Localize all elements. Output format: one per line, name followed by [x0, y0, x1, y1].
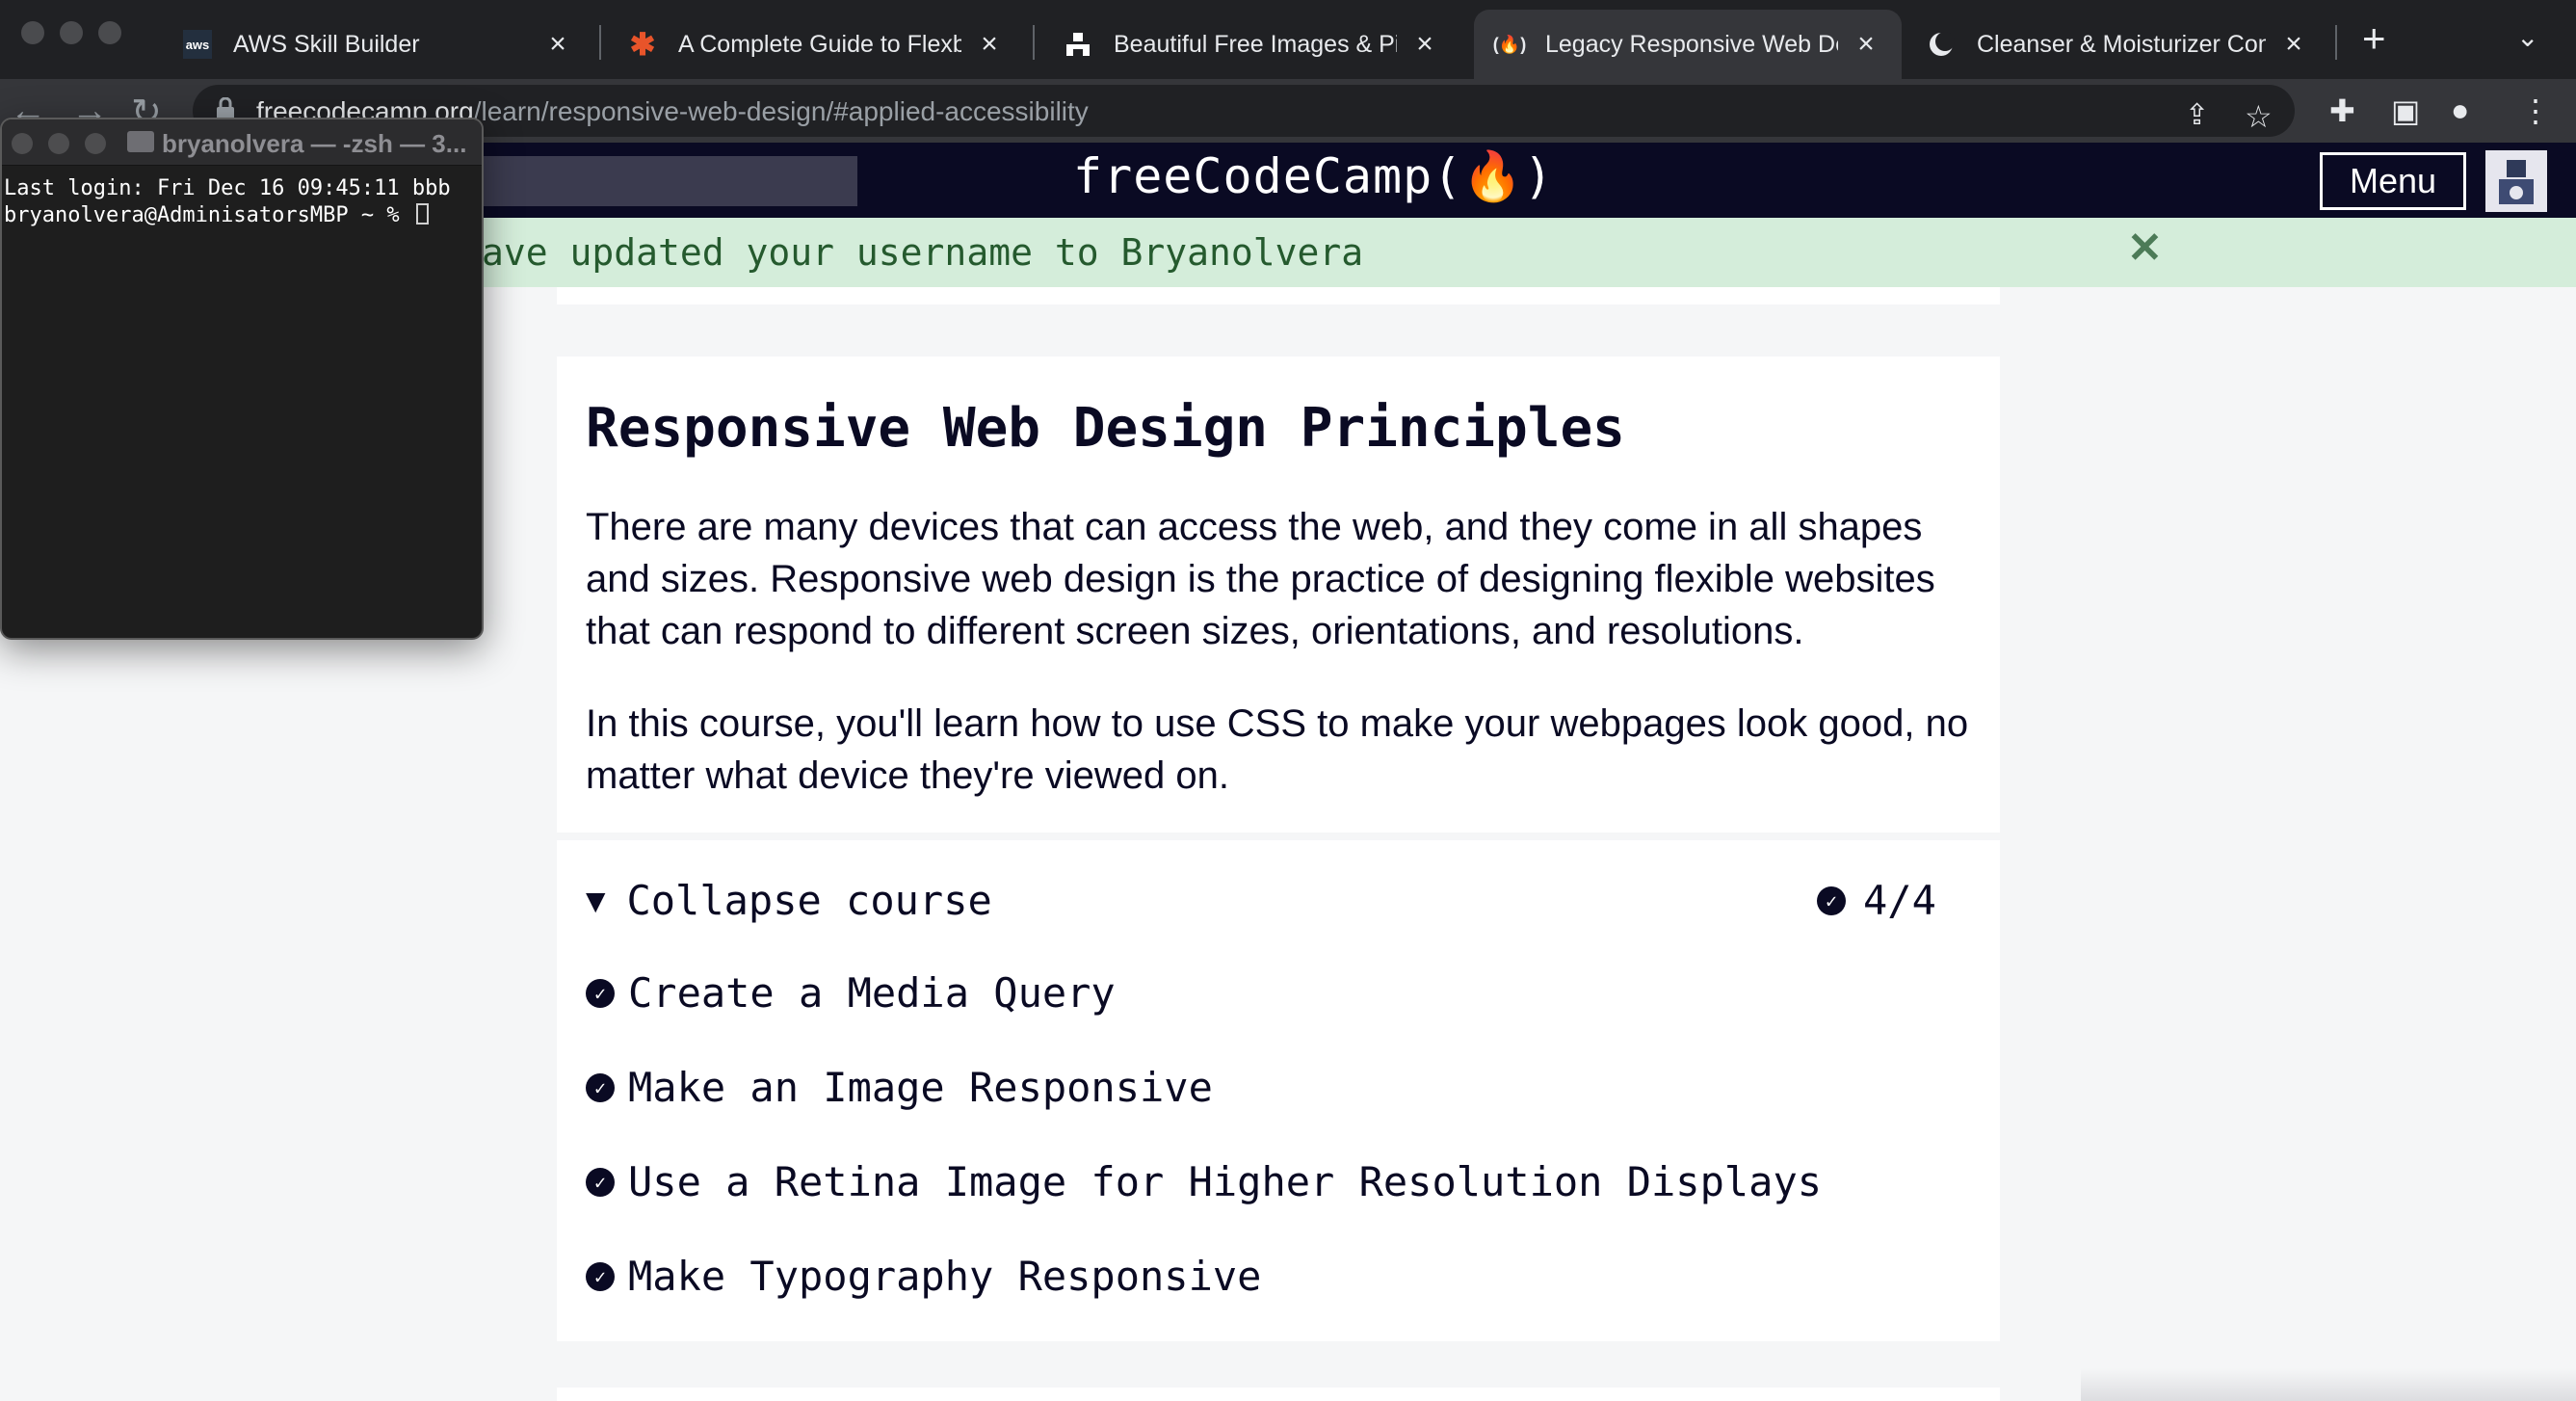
check-circle-icon: ✓ [1817, 886, 1846, 915]
check-circle-icon: ✓ [586, 1072, 615, 1102]
tab-close-icon[interactable]: × [1852, 28, 1880, 61]
tab-title: Cleanser & Moisturizer Combo [1977, 30, 2266, 58]
intro-paragraph: There are many devices that can access t… [586, 506, 1935, 652]
lesson-title: Make an Image Responsive [628, 1064, 1213, 1111]
terminal-line: Last login: Fri Dec 16 09:45:11 bbb [4, 176, 451, 200]
terminal-close-dot[interactable] [12, 133, 33, 154]
close-icon[interactable]: ✕ [2127, 224, 2163, 273]
tab-title: Beautiful Free Images & Pictures [1114, 30, 1397, 58]
check-circle-icon: ✓ [586, 1261, 615, 1291]
course-lessons-panel: ▼ Collapse course ✓ 4/4 ✓ Create a Media… [557, 840, 2000, 1341]
css-tricks-icon: ✱ [629, 27, 656, 62]
lesson-title: Make Typography Responsive [628, 1253, 1262, 1300]
next-section-edge [557, 1388, 2000, 1401]
browser-tab-strip: aws AWS Skill Builder × ✱ A Complete Gui… [0, 0, 2576, 79]
tab-flexbox-guide[interactable]: ✱ A Complete Guide to Flexbox × [607, 10, 1025, 79]
search-input[interactable] [482, 156, 857, 206]
terminal-title: bryanolvera — -zsh — 3... [162, 129, 467, 158]
terminal-zoom-dot[interactable] [85, 133, 106, 154]
aws-icon: aws [183, 30, 212, 59]
share-icon[interactable]: ⇪ [2185, 98, 2209, 132]
tab-search-chevron-icon[interactable]: ⌄ [2516, 21, 2538, 53]
terminal-window[interactable]: bryanolvera — -zsh — 3... Last login: Fr… [0, 118, 484, 640]
lesson-link[interactable]: ✓ Make an Image Responsive [586, 1064, 1213, 1111]
window-zoom-dot[interactable] [98, 21, 121, 44]
intro-paragraph: In this course, you'll learn how to use … [586, 702, 1969, 797]
terminal-prompt-line: bryanolvera@AdminisatorsMBP ~ % [4, 202, 451, 229]
tab-close-icon[interactable]: × [543, 28, 572, 61]
tab-title: AWS Skill Builder [233, 30, 420, 58]
tab-title: Legacy Responsive Web Design [1545, 30, 1838, 58]
profile-icon[interactable]: ● [2451, 93, 2469, 128]
course-intro-card: Responsive Web Design Principles There a… [557, 357, 2000, 833]
page-title: Responsive Web Design Principles [586, 397, 1625, 460]
check-circle-icon: ✓ [586, 1167, 615, 1197]
lesson-link[interactable]: ✓ Make Typography Responsive [586, 1253, 1261, 1300]
tab-close-icon[interactable]: × [2279, 28, 2308, 61]
divider [557, 287, 2000, 304]
window-shadow [2081, 1368, 2576, 1401]
window-close-dot[interactable] [21, 21, 44, 44]
tab-unsplash[interactable]: Beautiful Free Images & Pictures × [1042, 10, 1460, 79]
lesson-link[interactable]: ✓ Use a Retina Image for Higher Resoluti… [586, 1158, 1822, 1205]
tab-cleanser-store[interactable]: Cleanser & Moisturizer Combo × [1906, 10, 2329, 79]
address-bar[interactable]: freecodecamp.org/learn/responsive-web-de… [193, 85, 2295, 137]
lesson-title: Use a Retina Image for Higher Resolution… [628, 1158, 1823, 1205]
menu-button[interactable]: Menu [2320, 152, 2466, 210]
store-icon [1927, 30, 1956, 59]
tab-title: A Complete Guide to Flexbox [678, 30, 961, 58]
course-progress: ✓ 4/4 [1817, 877, 1936, 924]
side-panel-icon[interactable]: ▣ [2391, 93, 2420, 129]
collapse-course-label: Collapse course [626, 877, 992, 924]
terminal-output[interactable]: Last login: Fri Dec 16 09:45:11 bbb bryan… [4, 175, 451, 229]
lesson-link[interactable]: ✓ Create a Media Query [586, 969, 1116, 1017]
flash-message-text: ave updated your username to Bryanolvera [482, 231, 1364, 274]
lesson-title: Create a Media Query [628, 969, 1116, 1017]
window-minimize-dot[interactable] [60, 21, 83, 44]
new-tab-button[interactable]: + [2362, 15, 2386, 62]
terminal-minimize-dot[interactable] [48, 133, 69, 154]
chrome-menu-icon[interactable]: ⋮ [2520, 93, 2551, 129]
progress-count: 4/4 [1863, 877, 1936, 924]
bookmark-star-icon[interactable]: ☆ [2245, 98, 2273, 135]
tab-close-icon[interactable]: × [1410, 28, 1439, 61]
terminal-prompt: bryanolvera@AdminisatorsMBP ~ % [4, 203, 412, 227]
tab-aws-skill-builder[interactable]: aws AWS Skill Builder × [162, 10, 593, 79]
check-circle-icon: ✓ [586, 978, 615, 1008]
folder-icon [127, 131, 154, 152]
extensions-puzzle-icon[interactable]: ✚ [2329, 93, 2355, 129]
freecodecamp-logo[interactable]: freeCodeCamp(🔥) [1073, 148, 1554, 205]
terminal-cursor [415, 203, 429, 225]
collapse-course-button[interactable]: ▼ Collapse course [586, 877, 992, 924]
freecodecamp-icon: (🔥) [1492, 34, 1527, 54]
tab-freecodecamp[interactable]: (🔥) Legacy Responsive Web Design × [1474, 10, 1902, 79]
caret-down-icon: ▼ [586, 881, 606, 920]
unsplash-icon [1064, 30, 1092, 59]
terminal-titlebar[interactable]: bryanolvera — -zsh — 3... [2, 119, 482, 166]
tab-close-icon[interactable]: × [975, 28, 1004, 61]
avatar[interactable] [2485, 150, 2547, 212]
